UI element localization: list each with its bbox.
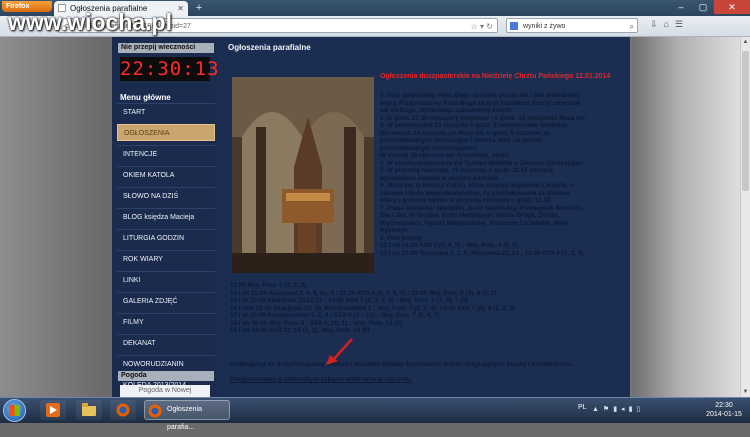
taskbar-firefox[interactable]	[110, 400, 136, 420]
firefox-icon	[116, 403, 130, 417]
menu-item[interactable]: DEKANAT	[117, 334, 215, 351]
taskbar-clock[interactable]: 22:30 2014-01-15	[700, 401, 748, 419]
announcement-line: wiary. Przepraszamy Pana Boga za tych ka…	[380, 99, 581, 107]
menu-item[interactable]: FILMY	[117, 313, 215, 330]
menu-item[interactable]: LITURGIA GODZIN	[117, 229, 215, 246]
windows-taskbar: Ogłoszenia parafia... PL ▲⚑▮◂▮▯ 22:30 20…	[0, 397, 750, 431]
taskbar-time: 22:30	[715, 402, 733, 409]
announcement-line: 12 I nd 14.00 XXX 5 (3, 4, 5) ; Woj. Pol…	[380, 242, 518, 249]
main-menu: START OGŁOSZENIA INTENCJE OKIEM KATOLA SŁOWO…	[117, 103, 215, 397]
windows-logo-icon	[9, 405, 20, 416]
toolbar-icons[interactable]: ⇩⌂☰	[650, 19, 689, 30]
folder-icon	[82, 403, 96, 416]
schedule-line: 15 I śr 10.00 Akacjowa 10,12,14 ; 14.00 …	[230, 297, 468, 304]
sidebar-header-weather: Pogoda	[118, 371, 214, 381]
window-controls: – ▢ ✕	[670, 0, 750, 16]
search-value: wyniki z żywo	[523, 23, 566, 30]
tab-close-icon[interactable]: ✕	[177, 1, 184, 16]
announcement-line: W sobotę 18 stycznia św. Antoniego, opat…	[380, 152, 511, 159]
weather-widget[interactable]: Pogoda w Nowej	[120, 385, 210, 397]
thanks-paragraph: Dziękujemy za dotychczasową dobroć i wsz…	[230, 361, 574, 368]
announcement-line: prześladowanych chrześcijan i zbiórka of…	[380, 137, 543, 144]
page-title: Ogłoszenia parafialne	[228, 43, 311, 52]
announcement-line: ofiary i gościnę będzie w przyszłą niedz…	[380, 197, 553, 204]
announcement-line: się od Boga, lekceważąc sakramenty święt…	[380, 107, 514, 114]
new-tab-button[interactable]: +	[192, 1, 206, 15]
announcement-line: 4. W sobotę rozpoczyna się Tydzień Modli…	[380, 159, 584, 167]
taskbar-date: 2014-01-15	[706, 411, 742, 418]
announcement-line: Wychowawca, Rycerz Niepokalanej, Posłani…	[380, 219, 568, 227]
menu-item[interactable]: SŁOWO NA DZIŚ	[117, 187, 215, 204]
announcement-line: 6. Msza św. w intencji rodzin, które prz…	[380, 182, 574, 189]
reminder-paragraph: Przypominamy o całkowitym zakazie umiera…	[230, 376, 413, 383]
schedule-line: 16 I czw 10.00 Akacjowa 16, 18, Kombatan…	[230, 304, 515, 312]
announcement-line: 7. Prasa katolicka: Niedziela, Gość Nied…	[380, 204, 584, 212]
announcement-line: Rycerzyk	[380, 227, 408, 234]
system-tray-icons[interactable]: ▲⚑▮◂▮▯	[592, 405, 644, 413]
scroll-up-icon[interactable]: ▲	[741, 37, 750, 47]
sidebar-header-clock: Nie przepij wieczności	[118, 43, 214, 53]
announcement-line: 8. Plan kolędy	[380, 234, 422, 242]
scroll-thumb[interactable]	[742, 51, 749, 191]
menu-item[interactable]: INTENCJE	[117, 145, 215, 162]
red-arrow-icon	[326, 338, 353, 365]
scroll-down-icon[interactable]: ▼	[741, 387, 750, 397]
media-player-icon	[46, 403, 60, 417]
digital-clock: 22:30:13	[120, 57, 220, 81]
menu-item[interactable]: BLOG księdza Macieja	[117, 208, 215, 225]
schedule-line: 13.00 Woj. Pols. 5 (1, 2, 3)	[230, 282, 307, 289]
schedule-line: 19 I nd 14.00 XXX 12, 15 (1, 2); Woj. Po…	[230, 327, 370, 334]
language-indicator[interactable]: PL	[578, 404, 587, 411]
minimize-button[interactable]: –	[670, 0, 692, 14]
menu-item[interactable]: NOWORUDZIANIN	[117, 355, 215, 372]
search-icon[interactable]: ⌕	[630, 19, 634, 34]
taskbar-explorer[interactable]	[76, 400, 102, 420]
announcement-line: 2. O godz. 17.30 nieszpory kolędowe i o …	[380, 114, 587, 122]
announcement-heading: Ogłoszenia duszpasterskie na Niedzielę C…	[380, 73, 611, 80]
schedule-line: 14 I wt 10.00 Akacjowa 2, 4, 6, 6a, 8 ; …	[230, 289, 497, 297]
page-viewport: Nie przepij wieczności 22:30:13 Menu głó…	[0, 37, 750, 397]
church-pulpit-photo	[232, 77, 374, 273]
announcement-line: 5. W przyszłą niedzielę, 19 stycznia, o …	[380, 167, 553, 174]
menu-item[interactable]: OKIEM KATOLA	[117, 166, 215, 183]
menu-item[interactable]: OGŁOSZENIA	[117, 124, 215, 141]
announcement-line: 1. Dziś dziękujemy Panu Bogu za łaskę ch…	[380, 92, 580, 99]
maximize-button[interactable]: ▢	[692, 0, 714, 14]
menu-item[interactable]: LINKI	[117, 271, 215, 288]
menu-item[interactable]: ROK WIARY	[117, 250, 215, 267]
background-decoration	[632, 37, 750, 397]
announcement-line: 13 I pn 10.00 Topolowa 1, 2, 5, Akacjowa…	[380, 249, 588, 257]
schedule-line: 17 I pt 10.00 Kombatantów 1, 2, 4 ; XXX …	[230, 312, 440, 319]
close-window-button[interactable]: ✕	[714, 0, 750, 14]
schedule-line: 18 I sb 10.00 Woj. Pols. 8 ; XXX 9, 10, …	[230, 319, 402, 327]
announcement-list: 1. Dziś dziękujemy Panu Bogu za łaskę ch…	[380, 92, 620, 257]
site-watermark: www.wiocha.pl	[8, 9, 172, 35]
firefox-icon	[148, 404, 162, 418]
active-window-label: Ogłoszenia parafia...	[167, 406, 203, 431]
search-engine-icon[interactable]	[510, 22, 518, 30]
taskbar-media-player[interactable]	[40, 400, 66, 420]
kolęda-schedule-list: 13.00 Woj. Pols. 5 (1, 2, 3) 14 I wt 10.0…	[230, 282, 622, 335]
start-button[interactable]	[3, 399, 26, 422]
menu-item[interactable]: START	[117, 103, 215, 120]
announcement-line: Ola i Jaś, W Drodze, Echo Medjugorje, Na…	[380, 212, 560, 219]
announcement-line: wystawione Jasełka w naszym kościele	[380, 174, 498, 182]
bookmark-star-icon[interactable]: ☆ ▾ ↻	[471, 19, 493, 32]
taskbar-active-window[interactable]: Ogłoszenia parafia...	[144, 400, 230, 431]
announcement-line: We wtorek 14 stycznia po Mszy św. o godz…	[380, 129, 550, 137]
menu-item[interactable]: GALERIA ZDJĘĆ	[117, 292, 215, 309]
main-menu-title: Menu główne	[120, 93, 171, 102]
announcement-line: prześladowanym chrześcijanom.	[380, 144, 478, 152]
page-scrollbar[interactable]: ▲ ▼	[740, 37, 750, 397]
announcement-line: zdrowie i Boże błogosławieństwo, za podz…	[380, 189, 570, 197]
announcement-line: 3. W poniedziałek 13 stycznia o godz. 9 …	[380, 122, 570, 129]
search-field[interactable]: wyniki z żywo ⌕	[506, 18, 638, 33]
